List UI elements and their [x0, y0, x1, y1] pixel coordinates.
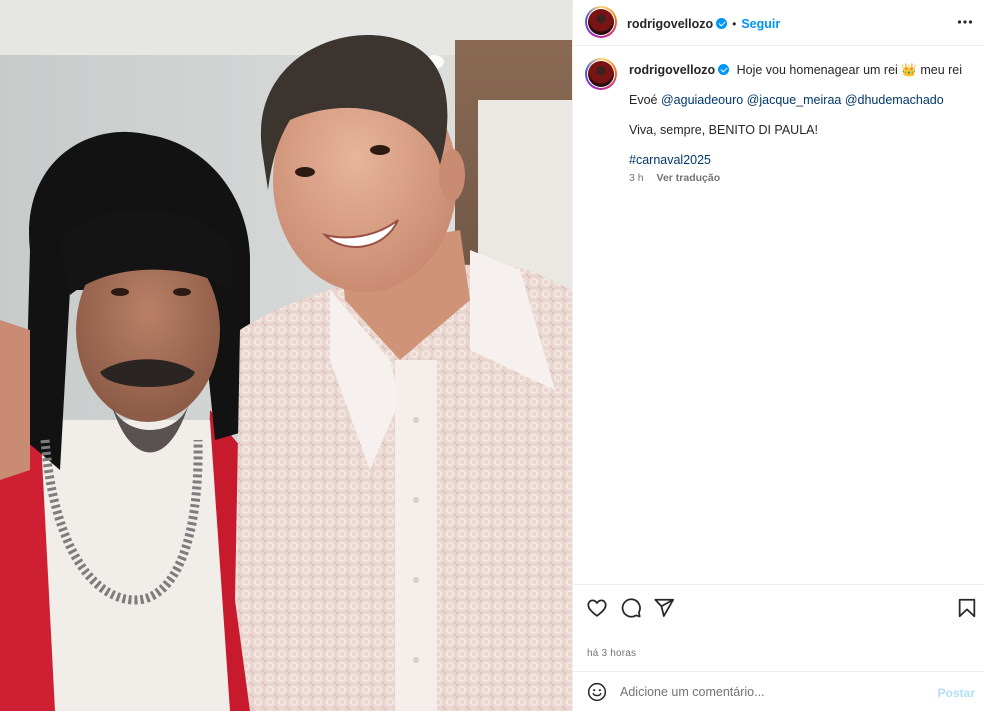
verified-badge-icon — [718, 64, 730, 75]
caption-timestamp[interactable]: 3 h — [629, 172, 644, 184]
post-photo[interactable] — [0, 0, 572, 711]
caption-username[interactable]: rodrigovellozo — [629, 63, 715, 77]
caption-prefix: Evoé — [629, 93, 658, 107]
post-details-panel: rodrigovellozo • Seguir rodrigovellozo Hoj… — [572, 0, 984, 711]
action-bar — [573, 584, 984, 630]
crown-emoji: 👑 — [901, 63, 917, 77]
comment-bar: Postar — [573, 671, 984, 711]
mention-link[interactable]: @dhudemachado — [845, 93, 944, 107]
caption-line-4: #carnaval2025 — [629, 152, 711, 168]
heart-icon[interactable] — [586, 597, 608, 619]
bookmark-icon[interactable] — [956, 597, 978, 619]
verified-badge-icon — [716, 18, 728, 29]
follow-button[interactable]: Seguir — [741, 17, 780, 31]
post-photo-illustration — [0, 0, 572, 711]
comment-input[interactable] — [620, 681, 920, 703]
caption-line-1: rodrigovellozo Hoje vou homenagear um re… — [629, 62, 962, 78]
caption-tail: meu rei — [920, 63, 963, 77]
avatar[interactable] — [585, 6, 617, 38]
hashtag-link[interactable]: #carnaval2025 — [629, 153, 711, 167]
header-username[interactable]: rodrigovellozo — [627, 17, 713, 31]
post-header: rodrigovellozo • Seguir — [573, 0, 984, 46]
mention-link[interactable]: @aguiadeouro — [661, 93, 743, 107]
caption-line-3: Viva, sempre, BENITO DI PAULA! — [629, 123, 818, 137]
see-translation-link[interactable]: Ver tradução — [657, 172, 721, 184]
header-user-row: rodrigovellozo • Seguir — [627, 15, 780, 33]
comment-icon[interactable] — [620, 597, 642, 619]
caption-meta: 3 h Ver tradução — [629, 172, 730, 184]
caption-avatar[interactable] — [585, 58, 617, 90]
separator-dot: • — [732, 17, 737, 31]
mention-link[interactable]: @jacque_meiraa — [747, 93, 842, 107]
send-icon[interactable] — [653, 597, 675, 619]
post-timestamp[interactable]: há 3 horas — [587, 648, 636, 659]
caption-text: Hoje vou homenagear um rei — [736, 63, 898, 77]
more-options-icon[interactable] — [957, 14, 973, 30]
emoji-icon[interactable] — [587, 682, 607, 702]
caption-line-2: Evoé @aguiadeouro @jacque_meiraa @dhudem… — [629, 92, 944, 108]
post-comment-button[interactable]: Postar — [938, 686, 975, 700]
